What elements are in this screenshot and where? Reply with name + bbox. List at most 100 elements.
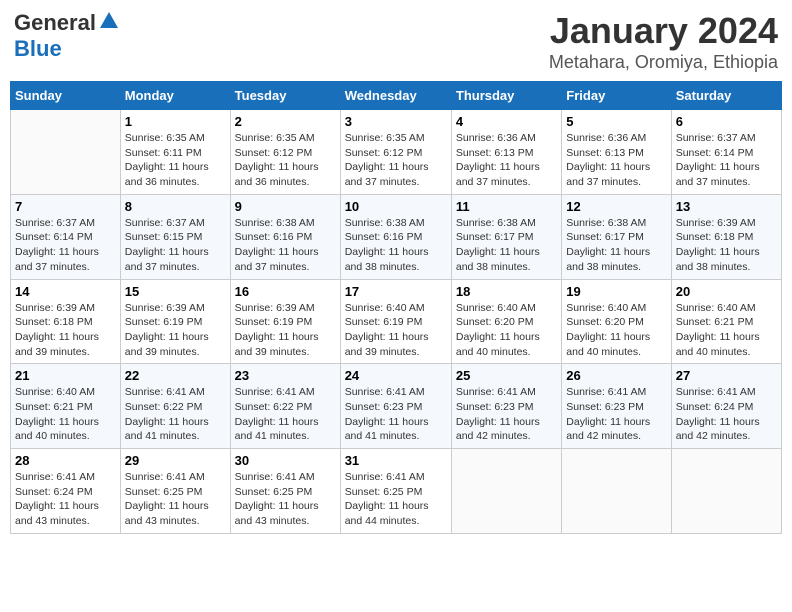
day-of-week-header: Sunday (11, 82, 121, 110)
day-number: 30 (235, 453, 336, 468)
day-info: Sunrise: 6:40 AMSunset: 6:21 PMDaylight:… (676, 301, 777, 360)
day-of-week-header: Tuesday (230, 82, 340, 110)
day-info: Sunrise: 6:37 AMSunset: 6:15 PMDaylight:… (125, 216, 226, 275)
day-number: 15 (125, 284, 226, 299)
day-number: 10 (345, 199, 447, 214)
day-info: Sunrise: 6:41 AMSunset: 6:23 PMDaylight:… (345, 385, 447, 444)
day-info: Sunrise: 6:37 AMSunset: 6:14 PMDaylight:… (676, 131, 777, 190)
day-number: 7 (15, 199, 116, 214)
day-info: Sunrise: 6:41 AMSunset: 6:22 PMDaylight:… (125, 385, 226, 444)
day-number: 26 (566, 368, 666, 383)
calendar-cell (671, 449, 781, 534)
calendar-cell: 29 Sunrise: 6:41 AMSunset: 6:25 PMDayligh… (120, 449, 230, 534)
day-number: 2 (235, 114, 336, 129)
day-of-week-header: Saturday (671, 82, 781, 110)
title-section: January 2024 Metahara, Oromiya, Ethiopia (549, 10, 778, 73)
calendar-cell: 30 Sunrise: 6:41 AMSunset: 6:25 PMDayligh… (230, 449, 340, 534)
day-info: Sunrise: 6:41 AMSunset: 6:25 PMDaylight:… (345, 470, 447, 529)
calendar-cell: 27 Sunrise: 6:41 AMSunset: 6:24 PMDayligh… (671, 364, 781, 449)
day-info: Sunrise: 6:39 AMSunset: 6:19 PMDaylight:… (125, 301, 226, 360)
calendar-cell: 2 Sunrise: 6:35 AMSunset: 6:12 PMDaylight… (230, 110, 340, 195)
day-info: Sunrise: 6:41 AMSunset: 6:22 PMDaylight:… (235, 385, 336, 444)
day-number: 21 (15, 368, 116, 383)
logo-general-text: General (14, 10, 96, 36)
day-info: Sunrise: 6:41 AMSunset: 6:25 PMDaylight:… (235, 470, 336, 529)
calendar-title: January 2024 (549, 10, 778, 52)
day-number: 19 (566, 284, 666, 299)
calendar-cell (11, 110, 121, 195)
day-number: 20 (676, 284, 777, 299)
calendar-cell: 4 Sunrise: 6:36 AMSunset: 6:13 PMDaylight… (451, 110, 561, 195)
day-number: 27 (676, 368, 777, 383)
day-number: 22 (125, 368, 226, 383)
day-number: 25 (456, 368, 557, 383)
calendar-cell: 24 Sunrise: 6:41 AMSunset: 6:23 PMDayligh… (340, 364, 451, 449)
day-info: Sunrise: 6:38 AMSunset: 6:16 PMDaylight:… (345, 216, 447, 275)
day-info: Sunrise: 6:35 AMSunset: 6:11 PMDaylight:… (125, 131, 226, 190)
day-info: Sunrise: 6:35 AMSunset: 6:12 PMDaylight:… (345, 131, 447, 190)
calendar-cell: 14Sunrise: 6:39 AMSunset: 6:18 PMDayligh… (11, 279, 121, 364)
day-info: Sunrise: 6:38 AMSunset: 6:17 PMDaylight:… (566, 216, 666, 275)
calendar-cell: 26 Sunrise: 6:41 AMSunset: 6:23 PMDayligh… (562, 364, 671, 449)
day-number: 5 (566, 114, 666, 129)
calendar-cell: 7 Sunrise: 6:37 AMSunset: 6:14 PMDaylight… (11, 194, 121, 279)
day-number: 28 (15, 453, 116, 468)
day-number: 31 (345, 453, 447, 468)
day-number: 18 (456, 284, 557, 299)
day-number: 12 (566, 199, 666, 214)
day-info: Sunrise: 6:40 AMSunset: 6:21 PMDaylight:… (15, 385, 116, 444)
day-number: 11 (456, 199, 557, 214)
calendar-cell: 3 Sunrise: 6:35 AMSunset: 6:12 PMDaylight… (340, 110, 451, 195)
day-number: 29 (125, 453, 226, 468)
calendar-cell: 25 Sunrise: 6:41 AMSunset: 6:23 PMDayligh… (451, 364, 561, 449)
calendar-cell: 11Sunrise: 6:38 AMSunset: 6:17 PMDayligh… (451, 194, 561, 279)
calendar-cell (451, 449, 561, 534)
calendar-cell: 16 Sunrise: 6:39 AMSunset: 6:19 PMDayligh… (230, 279, 340, 364)
day-info: Sunrise: 6:36 AMSunset: 6:13 PMDaylight:… (456, 131, 557, 190)
calendar-cell: 31 Sunrise: 6:41 AMSunset: 6:25 PMDayligh… (340, 449, 451, 534)
day-of-week-header: Thursday (451, 82, 561, 110)
logo: General Blue (14, 10, 120, 62)
day-of-week-header: Friday (562, 82, 671, 110)
day-info: Sunrise: 6:41 AMSunset: 6:24 PMDaylight:… (676, 385, 777, 444)
calendar-cell: 8Sunrise: 6:37 AMSunset: 6:15 PMDaylight… (120, 194, 230, 279)
day-of-week-header: Monday (120, 82, 230, 110)
calendar-cell: 6 Sunrise: 6:37 AMSunset: 6:14 PMDaylight… (671, 110, 781, 195)
day-info: Sunrise: 6:41 AMSunset: 6:23 PMDaylight:… (566, 385, 666, 444)
calendar-subtitle: Metahara, Oromiya, Ethiopia (549, 52, 778, 73)
day-info: Sunrise: 6:41 AMSunset: 6:25 PMDaylight:… (125, 470, 226, 529)
calendar-cell (562, 449, 671, 534)
day-info: Sunrise: 6:37 AMSunset: 6:14 PMDaylight:… (15, 216, 116, 275)
day-number: 24 (345, 368, 447, 383)
logo-blue-text: Blue (14, 36, 62, 61)
day-info: Sunrise: 6:39 AMSunset: 6:19 PMDaylight:… (235, 301, 336, 360)
calendar-cell: 18Sunrise: 6:40 AMSunset: 6:20 PMDayligh… (451, 279, 561, 364)
logo-icon (98, 10, 120, 32)
day-info: Sunrise: 6:40 AMSunset: 6:19 PMDaylight:… (345, 301, 447, 360)
calendar-cell: 17 Sunrise: 6:40 AMSunset: 6:19 PMDayligh… (340, 279, 451, 364)
calendar-cell: 15 Sunrise: 6:39 AMSunset: 6:19 PMDayligh… (120, 279, 230, 364)
day-info: Sunrise: 6:39 AMSunset: 6:18 PMDaylight:… (676, 216, 777, 275)
day-of-week-header: Wednesday (340, 82, 451, 110)
day-number: 23 (235, 368, 336, 383)
day-info: Sunrise: 6:40 AMSunset: 6:20 PMDaylight:… (566, 301, 666, 360)
day-info: Sunrise: 6:41 AMSunset: 6:24 PMDaylight:… (15, 470, 116, 529)
calendar-cell: 5Sunrise: 6:36 AMSunset: 6:13 PMDaylight… (562, 110, 671, 195)
day-info: Sunrise: 6:35 AMSunset: 6:12 PMDaylight:… (235, 131, 336, 190)
day-info: Sunrise: 6:39 AMSunset: 6:18 PMDaylight:… (15, 301, 116, 360)
page-header: General Blue January 2024 Metahara, Orom… (10, 10, 782, 73)
day-number: 4 (456, 114, 557, 129)
day-number: 17 (345, 284, 447, 299)
calendar-cell: 21 Sunrise: 6:40 AMSunset: 6:21 PMDayligh… (11, 364, 121, 449)
day-number: 16 (235, 284, 336, 299)
calendar-cell: 20 Sunrise: 6:40 AMSunset: 6:21 PMDayligh… (671, 279, 781, 364)
calendar-cell: 13Sunrise: 6:39 AMSunset: 6:18 PMDayligh… (671, 194, 781, 279)
calendar-cell: 22 Sunrise: 6:41 AMSunset: 6:22 PMDayligh… (120, 364, 230, 449)
calendar-cell: 12 Sunrise: 6:38 AMSunset: 6:17 PMDayligh… (562, 194, 671, 279)
calendar-cell: 19 Sunrise: 6:40 AMSunset: 6:20 PMDayligh… (562, 279, 671, 364)
day-number: 1 (125, 114, 226, 129)
day-number: 9 (235, 199, 336, 214)
day-info: Sunrise: 6:41 AMSunset: 6:23 PMDaylight:… (456, 385, 557, 444)
day-number: 6 (676, 114, 777, 129)
day-number: 3 (345, 114, 447, 129)
